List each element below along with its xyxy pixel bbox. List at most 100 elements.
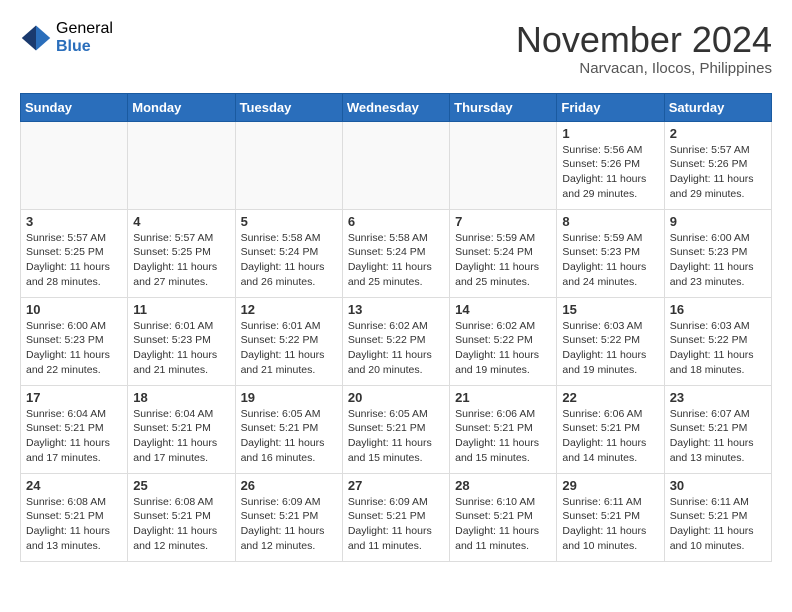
calendar-cell: 4Sunrise: 5:57 AMSunset: 5:25 PMDaylight… [128,209,235,297]
day-info: Sunrise: 6:04 AMSunset: 5:21 PMDaylight:… [26,407,122,466]
day-info: Sunrise: 6:08 AMSunset: 5:21 PMDaylight:… [26,495,122,554]
header: General Blue November 2024 Narvacan, Ilo… [20,20,772,77]
day-info: Sunrise: 5:57 AMSunset: 5:26 PMDaylight:… [670,143,766,202]
weekday-wednesday: Wednesday [342,93,449,121]
calendar-cell [128,121,235,209]
day-number: 2 [670,126,766,141]
calendar-cell: 26 Sunrise: 6:09 AMSunset: 5:21 PMDayligh… [235,473,342,561]
day-number: 26 [241,478,337,493]
calendar-cell: 19 Sunrise: 6:05 AMSunset: 5:21 PMDayligh… [235,385,342,473]
day-number: 29 [562,478,658,493]
day-info: Sunrise: 6:11 AMSunset: 5:21 PMDaylight:… [670,495,766,554]
weekday-thursday: Thursday [450,93,557,121]
calendar-cell: 14 Sunrise: 6:02 AMSunset: 5:22 PMDayligh… [450,297,557,385]
day-info: Sunrise: 6:11 AMSunset: 5:21 PMDaylight:… [562,495,658,554]
day-info: Sunrise: 6:05 AMSunset: 5:21 PMDaylight:… [241,407,337,466]
calendar-cell: 27 Sunrise: 6:09 AMSunset: 5:21 PMDayligh… [342,473,449,561]
day-number: 20 [348,390,444,405]
calendar-cell: 17 Sunrise: 6:04 AMSunset: 5:21 PMDayligh… [21,385,128,473]
day-number: 18 [133,390,229,405]
day-number: 16 [670,302,766,317]
day-info: Sunrise: 6:09 AMSunset: 5:21 PMDaylight:… [348,495,444,554]
month-title: November 2024 [516,20,772,60]
logo-icon [20,22,52,54]
calendar-cell: 20 Sunrise: 6:05 AMSunset: 5:21 PMDayligh… [342,385,449,473]
calendar-cell: 8Sunrise: 5:59 AMSunset: 5:23 PMDaylight… [557,209,664,297]
calendar-cell: 18 Sunrise: 6:04 AMSunset: 5:21 PMDayligh… [128,385,235,473]
day-info: Sunrise: 5:58 AMSunset: 5:24 PMDaylight:… [241,231,337,290]
day-number: 21 [455,390,551,405]
day-info: Sunrise: 5:58 AMSunset: 5:24 PMDaylight:… [348,231,444,290]
calendar-cell [450,121,557,209]
calendar-cell: 22Sunrise: 6:06 AMSunset: 5:21 PMDayligh… [557,385,664,473]
day-info: Sunrise: 5:57 AMSunset: 5:25 PMDaylight:… [26,231,122,290]
day-info: Sunrise: 6:09 AMSunset: 5:21 PMDaylight:… [241,495,337,554]
location: Narvacan, Ilocos, Philippines [516,60,772,77]
page: General Blue November 2024 Narvacan, Ilo… [0,0,792,572]
day-number: 17 [26,390,122,405]
day-number: 4 [133,214,229,229]
day-number: 5 [241,214,337,229]
logo: General Blue [20,20,113,55]
day-info: Sunrise: 6:05 AMSunset: 5:21 PMDaylight:… [348,407,444,466]
day-number: 27 [348,478,444,493]
logo-blue-text: Blue [56,38,113,56]
day-info: Sunrise: 6:02 AMSunset: 5:22 PMDaylight:… [348,319,444,378]
calendar-cell: 24 Sunrise: 6:08 AMSunset: 5:21 PMDayligh… [21,473,128,561]
calendar-cell: 1Sunrise: 5:56 AMSunset: 5:26 PMDaylight… [557,121,664,209]
day-number: 23 [670,390,766,405]
day-number: 19 [241,390,337,405]
day-number: 25 [133,478,229,493]
day-info: Sunrise: 6:00 AMSunset: 5:23 PMDaylight:… [670,231,766,290]
weekday-tuesday: Tuesday [235,93,342,121]
day-info: Sunrise: 6:03 AMSunset: 5:22 PMDaylight:… [562,319,658,378]
day-info: Sunrise: 6:04 AMSunset: 5:21 PMDaylight:… [133,407,229,466]
calendar-cell: 29 Sunrise: 6:11 AMSunset: 5:21 PMDayligh… [557,473,664,561]
day-number: 12 [241,302,337,317]
calendar-cell: 16 Sunrise: 6:03 AMSunset: 5:22 PMDayligh… [664,297,771,385]
weekday-friday: Friday [557,93,664,121]
day-info: Sunrise: 5:56 AMSunset: 5:26 PMDaylight:… [562,143,658,202]
day-info: Sunrise: 6:00 AMSunset: 5:23 PMDaylight:… [26,319,122,378]
day-number: 30 [670,478,766,493]
weekday-header-row: SundayMondayTuesdayWednesdayThursdayFrid… [21,93,772,121]
calendar-cell: 10 Sunrise: 6:00 AMSunset: 5:23 PMDayligh… [21,297,128,385]
calendar-cell: 30 Sunrise: 6:11 AMSunset: 5:21 PMDayligh… [664,473,771,561]
calendar-cell: 21 Sunrise: 6:06 AMSunset: 5:21 PMDayligh… [450,385,557,473]
calendar: SundayMondayTuesdayWednesdayThursdayFrid… [20,93,772,562]
weekday-sunday: Sunday [21,93,128,121]
calendar-cell: 5 Sunrise: 5:58 AMSunset: 5:24 PMDaylight… [235,209,342,297]
day-info: Sunrise: 6:03 AMSunset: 5:22 PMDaylight:… [670,319,766,378]
calendar-cell: 25 Sunrise: 6:08 AMSunset: 5:21 PMDayligh… [128,473,235,561]
day-number: 3 [26,214,122,229]
weekday-monday: Monday [128,93,235,121]
calendar-cell: 12Sunrise: 6:01 AMSunset: 5:22 PMDayligh… [235,297,342,385]
day-info: Sunrise: 6:10 AMSunset: 5:21 PMDaylight:… [455,495,551,554]
calendar-cell: 28 Sunrise: 6:10 AMSunset: 5:21 PMDayligh… [450,473,557,561]
day-number: 10 [26,302,122,317]
day-info: Sunrise: 6:08 AMSunset: 5:21 PMDaylight:… [133,495,229,554]
day-info: Sunrise: 6:06 AMSunset: 5:21 PMDaylight:… [562,407,658,466]
week-row-1: 1Sunrise: 5:56 AMSunset: 5:26 PMDaylight… [21,121,772,209]
calendar-cell: 11Sunrise: 6:01 AMSunset: 5:23 PMDayligh… [128,297,235,385]
day-info: Sunrise: 6:02 AMSunset: 5:22 PMDaylight:… [455,319,551,378]
day-info: Sunrise: 6:06 AMSunset: 5:21 PMDaylight:… [455,407,551,466]
day-number: 14 [455,302,551,317]
week-row-4: 17 Sunrise: 6:04 AMSunset: 5:21 PMDayligh… [21,385,772,473]
logo-text: General Blue [56,20,113,55]
week-row-3: 10 Sunrise: 6:00 AMSunset: 5:23 PMDayligh… [21,297,772,385]
day-info: Sunrise: 6:07 AMSunset: 5:21 PMDaylight:… [670,407,766,466]
day-info: Sunrise: 5:59 AMSunset: 5:23 PMDaylight:… [562,231,658,290]
day-info: Sunrise: 6:01 AMSunset: 5:23 PMDaylight:… [133,319,229,378]
calendar-cell [21,121,128,209]
calendar-cell: 3 Sunrise: 5:57 AMSunset: 5:25 PMDaylight… [21,209,128,297]
day-number: 7 [455,214,551,229]
calendar-cell: 6Sunrise: 5:58 AMSunset: 5:24 PMDaylight… [342,209,449,297]
week-row-2: 3 Sunrise: 5:57 AMSunset: 5:25 PMDaylight… [21,209,772,297]
day-number: 13 [348,302,444,317]
calendar-cell: 7 Sunrise: 5:59 AMSunset: 5:24 PMDaylight… [450,209,557,297]
day-info: Sunrise: 5:59 AMSunset: 5:24 PMDaylight:… [455,231,551,290]
day-number: 24 [26,478,122,493]
weekday-saturday: Saturday [664,93,771,121]
day-number: 28 [455,478,551,493]
